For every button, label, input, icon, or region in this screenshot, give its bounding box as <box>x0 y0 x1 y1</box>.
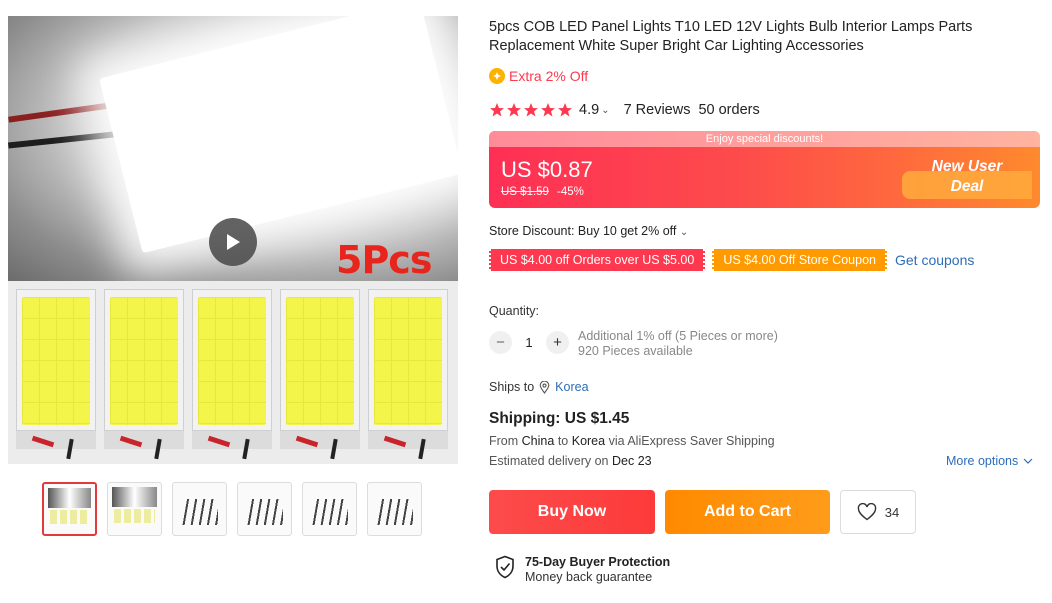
shipping-method: via AliExpress Saver Shipping <box>608 434 775 448</box>
heart-icon <box>857 503 876 521</box>
plus-button[interactable]: + <box>546 331 569 354</box>
coin-icon <box>489 68 505 84</box>
shield-check-icon <box>496 555 514 579</box>
chevron-down-icon <box>1023 458 1033 464</box>
led-panel <box>104 289 184 460</box>
thumbnail-1[interactable] <box>42 482 97 536</box>
quantity-info: Additional 1% off (5 Pieces or more) 920… <box>578 329 778 359</box>
rating-row: 4.9 ⌄ 7 Reviews 50 orders <box>489 102 760 118</box>
thumbnail-strip <box>42 482 422 536</box>
hero-photo: 5Pcs <box>8 16 458 282</box>
orders-count: 50 orders <box>698 102 760 118</box>
led-panel <box>368 289 448 460</box>
quantity-stepper: − 1 + <box>489 331 569 354</box>
thumbnail-4[interactable] <box>237 482 292 536</box>
store-discount[interactable]: Store Discount: Buy 10 get 2% off ⌄ <box>489 224 688 238</box>
bulk-discount-text: Additional 1% off (5 Pieces or more) <box>578 329 778 343</box>
extra-discount-badge: Extra 2% Off <box>489 68 588 84</box>
star-icon <box>507 103 521 117</box>
estimated-delivery: Estimated delivery on Dec 23 <box>489 454 652 468</box>
wishlist-count: 34 <box>884 504 900 520</box>
from-label: From <box>489 434 519 448</box>
thumbnail-6[interactable] <box>367 482 422 536</box>
extra-discount-text: Extra 2% Off <box>509 68 589 84</box>
deal-line-1: New User <box>931 158 1003 175</box>
rating-score[interactable]: 4.9 <box>579 102 599 118</box>
star-rating <box>489 102 573 118</box>
coupon-orders-over[interactable]: US $4.00 off Orders over US $5.00 <box>489 249 706 271</box>
thumbnail-2[interactable] <box>107 482 162 536</box>
star-icon <box>541 103 555 117</box>
chevron-down-icon[interactable]: ⌄ <box>601 105 609 116</box>
discount-banner-text: Enjoy special discounts! <box>489 131 1040 147</box>
glowing-led-panel <box>99 16 458 254</box>
star-icon <box>558 103 572 117</box>
led-panel <box>192 289 272 460</box>
current-price: US $0.87 <box>501 157 593 182</box>
location-pin-icon <box>539 380 550 394</box>
star-icon <box>524 103 538 117</box>
ships-to-row: Ships to Korea <box>489 380 589 394</box>
led-panels-row <box>8 281 458 464</box>
get-coupons-link[interactable]: Get coupons <box>895 252 974 268</box>
pcs-overlay-text: 5Pcs <box>336 238 432 282</box>
buyer-protection[interactable]: 75-Day Buyer Protection Money back guara… <box>495 555 670 585</box>
add-to-cart-button[interactable]: Add to Cart <box>665 490 830 534</box>
led-panel <box>16 289 96 460</box>
destination-country: Korea <box>571 434 606 448</box>
more-options-link[interactable]: More options <box>946 454 1033 468</box>
original-price: US $1.59 <box>501 186 549 198</box>
play-video-button[interactable] <box>209 218 257 266</box>
buy-now-button[interactable]: Buy Now <box>489 490 655 534</box>
more-options-label: More options <box>946 454 1019 468</box>
shipping-route: From China to Korea via AliExpress Saver… <box>489 434 775 448</box>
delivery-label: Estimated delivery on <box>489 454 609 468</box>
ship-destination-link[interactable]: Korea <box>555 380 588 394</box>
coupon-store[interactable]: US $4.00 Off Store Coupon <box>712 249 887 271</box>
main-product-image[interactable]: 5Pcs <box>8 16 458 464</box>
led-panel <box>280 289 360 460</box>
coupon-row: US $4.00 off Orders over US $5.00 US $4.… <box>489 249 974 271</box>
thumbnail-3[interactable] <box>172 482 227 536</box>
product-title: 5pcs COB LED Panel Lights T10 LED 12V Li… <box>489 19 973 54</box>
quantity-label: Quantity: <box>489 304 540 318</box>
wishlist-button[interactable]: 34 <box>840 490 916 534</box>
play-icon <box>227 234 240 250</box>
price-banner: Enjoy special discounts! US $0.87 US $1.… <box>489 131 1040 208</box>
shipping-cost: Shipping: US $1.45 <box>489 410 630 427</box>
store-discount-text: Store Discount: Buy 10 get 2% off <box>489 224 677 238</box>
delivery-date: Dec 23 <box>612 454 652 468</box>
chevron-down-icon: ⌄ <box>679 227 689 238</box>
stock-available: 920 Pieces available <box>578 344 693 358</box>
reviews-link[interactable]: 7 Reviews <box>624 102 691 118</box>
quantity-value[interactable]: 1 <box>512 335 546 350</box>
deal-line-2: Deal <box>950 178 984 195</box>
protection-subtitle: Money back guarantee <box>525 570 653 584</box>
new-user-deal-badge: New User Deal <box>912 157 1022 197</box>
thumbnail-5[interactable] <box>302 482 357 536</box>
star-icon <box>490 103 504 117</box>
discount-percent: -45% <box>557 186 584 198</box>
minus-button[interactable]: − <box>489 331 512 354</box>
to-label: to <box>557 434 569 448</box>
protection-title: 75-Day Buyer Protection <box>525 555 671 569</box>
origin-country: China <box>521 434 555 448</box>
ships-to-label: Ships to <box>489 380 535 394</box>
